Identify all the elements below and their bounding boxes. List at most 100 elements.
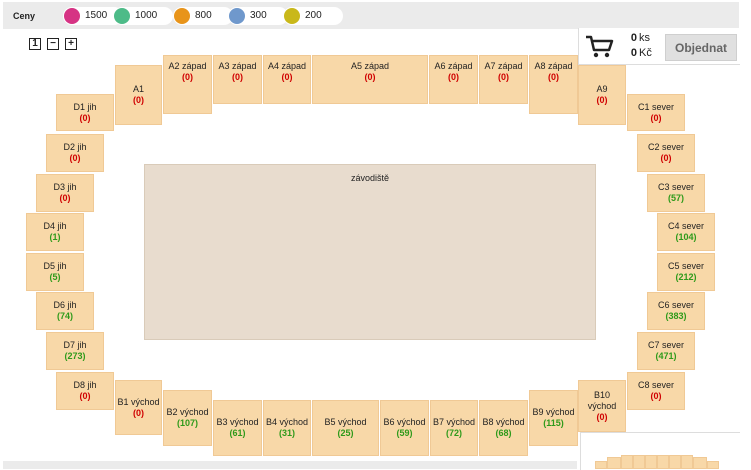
sector-name: A3 západ xyxy=(218,61,257,71)
sector-a8[interactable]: A8 západ (0) xyxy=(529,55,578,114)
price-legend-title: Ceny xyxy=(13,11,36,21)
minimap-block xyxy=(693,457,707,469)
sector-name: B10 východ xyxy=(587,389,617,411)
order-button[interactable]: Objednat xyxy=(665,34,737,61)
minimap[interactable] xyxy=(580,432,740,470)
sector-d7[interactable]: D7 jih (273) xyxy=(46,332,104,370)
sector-d2[interactable]: D2 jih (0) xyxy=(46,134,104,172)
sector-b8[interactable]: B8 východ (68) xyxy=(479,400,528,456)
sector-availability: (107) xyxy=(176,418,198,428)
price-filter-1000[interactable]: 1000 xyxy=(113,7,173,25)
sector-c7[interactable]: C7 sever (471) xyxy=(637,332,695,370)
sector-availability: (0) xyxy=(596,95,608,105)
sector-a7[interactable]: A7 západ (0) xyxy=(479,55,528,104)
sector-b5[interactable]: B5 východ (25) xyxy=(312,400,379,456)
sector-availability: (5) xyxy=(49,272,61,282)
sector-b2[interactable]: B2 východ (107) xyxy=(163,390,212,446)
sector-d5[interactable]: D5 jih (5) xyxy=(26,253,84,291)
price-filter-300[interactable]: 300 xyxy=(228,7,288,25)
sector-c1[interactable]: C1 sever (0) xyxy=(627,94,685,131)
price-filter-800[interactable]: 800 xyxy=(173,7,233,25)
sector-name: C7 sever xyxy=(647,340,684,350)
price-value: 200 xyxy=(305,10,322,21)
sector-c2[interactable]: C2 sever (0) xyxy=(637,134,695,172)
sector-availability: (0) xyxy=(79,112,91,123)
sector-c8[interactable]: C8 sever (0) xyxy=(627,372,685,410)
sector-a1[interactable]: A1 (0) xyxy=(115,65,162,125)
sector-name: B6 východ xyxy=(383,417,426,427)
sector-name: A9 xyxy=(596,84,608,94)
minimap-block xyxy=(595,461,607,469)
cart-count: 0 xyxy=(630,32,637,44)
sector-availability: (0) xyxy=(281,72,293,82)
price-value: 300 xyxy=(250,10,267,21)
sector-availability: (31) xyxy=(278,428,295,438)
sector-availability: (0) xyxy=(650,391,662,401)
sector-b3[interactable]: B3 východ (61) xyxy=(213,400,262,456)
sector-name: B8 východ xyxy=(482,417,525,427)
sector-name: C4 sever xyxy=(667,221,704,231)
sector-availability: (383) xyxy=(665,311,687,321)
sector-b4[interactable]: B4 východ (31) xyxy=(263,400,311,456)
sector-a9[interactable]: A9 (0) xyxy=(578,65,626,125)
sector-availability: (0) xyxy=(650,112,662,123)
price-value: 800 xyxy=(195,10,212,21)
sector-c4[interactable]: C4 sever (104) xyxy=(657,213,715,251)
sector-name: A4 západ xyxy=(267,61,307,71)
cart-total-unit: Kč xyxy=(639,47,652,59)
sector-a4[interactable]: A4 západ (0) xyxy=(263,55,311,104)
sector-name: D2 jih xyxy=(63,142,87,152)
sector-name: C6 sever xyxy=(657,300,694,310)
sector-d6[interactable]: D6 jih (74) xyxy=(36,292,94,330)
sector-availability: (0) xyxy=(232,72,243,82)
sector-b1[interactable]: B1 východ (0) xyxy=(115,380,162,435)
sector-b7[interactable]: B7 východ (72) xyxy=(430,400,478,456)
sector-name: A7 západ xyxy=(484,61,523,71)
sector-a2[interactable]: A2 západ (0) xyxy=(163,55,212,114)
price-value: 1000 xyxy=(135,10,158,21)
zoom-in-button[interactable]: + xyxy=(65,38,77,50)
sector-c5[interactable]: C5 sever (212) xyxy=(657,253,715,291)
sector-availability: (0) xyxy=(364,72,376,82)
sector-d3[interactable]: D3 jih (0) xyxy=(36,174,94,212)
sector-c3[interactable]: C3 sever (57) xyxy=(647,174,705,212)
price-value: 1500 xyxy=(85,10,108,21)
sector-a5[interactable]: A5 západ (0) xyxy=(312,55,428,104)
sector-availability: (1) xyxy=(49,232,61,242)
price-filter-200[interactable]: 200 xyxy=(283,7,343,25)
sector-d1[interactable]: D1 jih (0) xyxy=(56,94,114,131)
sector-availability: (68) xyxy=(495,428,512,438)
sector-name: D7 jih xyxy=(63,340,87,350)
sector-name: C8 sever xyxy=(637,380,674,390)
price-color-dot xyxy=(174,8,190,24)
sector-name: D8 jih xyxy=(73,380,97,390)
sector-name: C2 sever xyxy=(647,142,684,152)
sector-name: A6 západ xyxy=(434,61,473,71)
sector-availability: (0) xyxy=(498,72,509,82)
minimap-block xyxy=(669,455,681,469)
sector-availability: (61) xyxy=(229,428,246,438)
sector-availability: (59) xyxy=(396,428,413,438)
sector-availability: (115) xyxy=(543,418,564,428)
sector-d8[interactable]: D8 jih (0) xyxy=(56,372,114,410)
cart-panel: 0 ks 0 Kč Objednat xyxy=(578,28,740,65)
cart-total: 0 xyxy=(630,47,637,59)
minimap-block xyxy=(607,457,621,469)
sector-availability: (0) xyxy=(69,153,81,163)
sector-name: A1 xyxy=(132,84,144,94)
sector-availability: (0) xyxy=(182,72,193,82)
sector-availability: (273) xyxy=(64,351,86,361)
sector-availability: (0) xyxy=(133,407,144,418)
zoom-reset-button[interactable]: 1 xyxy=(29,38,41,50)
sector-b9[interactable]: B9 východ (115) xyxy=(529,390,578,446)
horizontal-scrollbar[interactable] xyxy=(3,461,577,469)
price-color-dot xyxy=(284,8,300,24)
sector-c6[interactable]: C6 sever (383) xyxy=(647,292,705,330)
sector-availability: (0) xyxy=(133,95,144,105)
sector-a6[interactable]: A6 západ (0) xyxy=(429,55,478,104)
sector-d4[interactable]: D4 jih (1) xyxy=(26,213,84,251)
sector-a3[interactable]: A3 západ (0) xyxy=(213,55,262,104)
zoom-out-button[interactable]: − xyxy=(47,38,59,50)
sector-b10[interactable]: B10 východ (0) xyxy=(578,380,626,432)
sector-b6[interactable]: B6 východ (59) xyxy=(380,400,429,456)
